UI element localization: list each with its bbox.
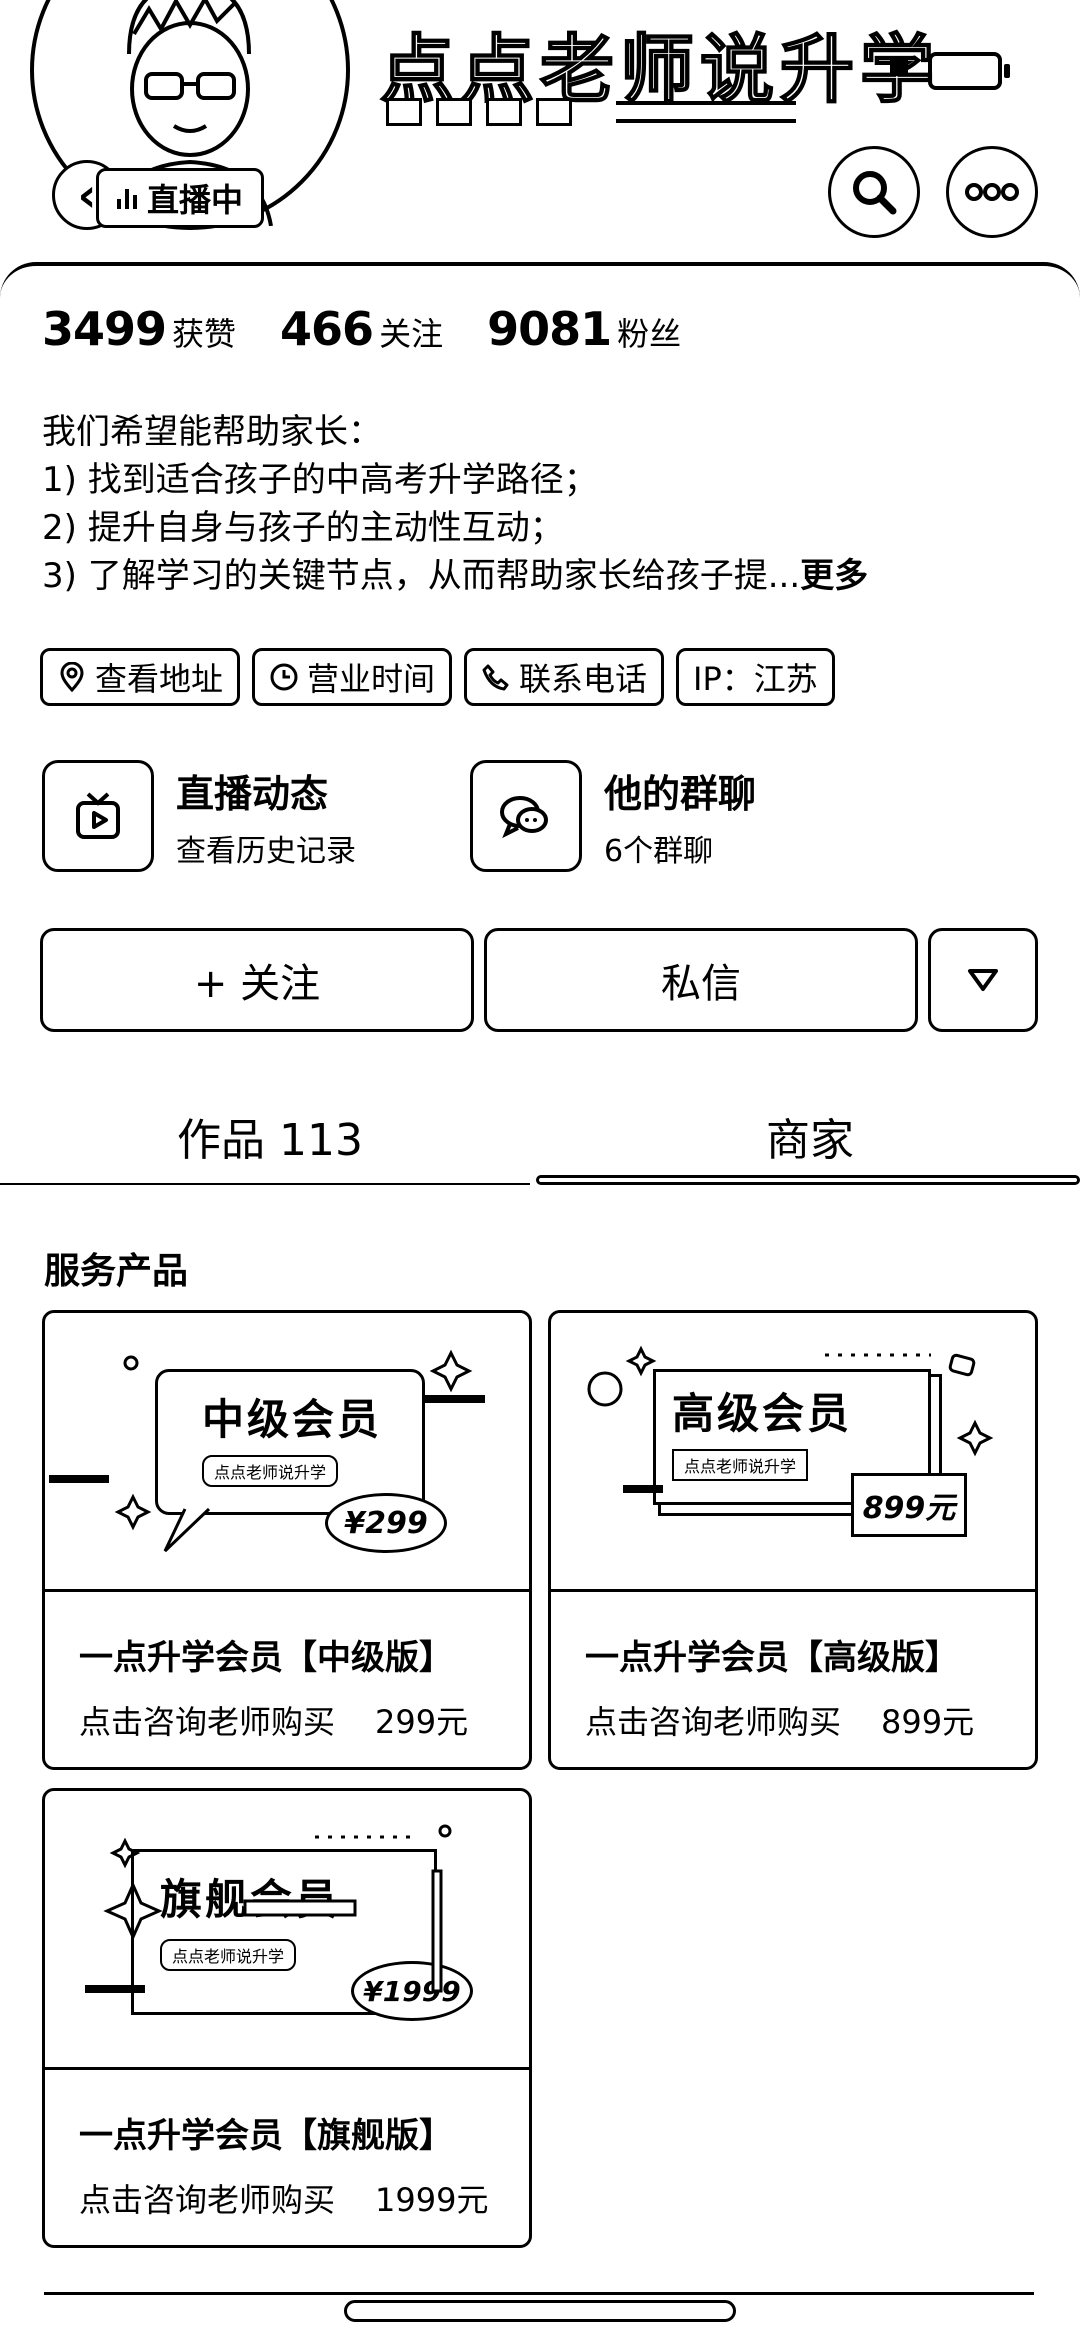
stat-label: 获赞 bbox=[172, 315, 237, 353]
sparkle-decoration bbox=[587, 1345, 994, 1493]
home-indicator[interactable] bbox=[344, 2300, 736, 2322]
product-cta: 点击咨询老师购买 bbox=[79, 2181, 336, 2219]
chat-bubbles-icon bbox=[470, 760, 582, 872]
tab-divider bbox=[0, 1183, 530, 1185]
stat-value: 466 bbox=[280, 302, 374, 356]
product-name: 一点升学会员【中级版】 bbox=[79, 1638, 453, 1678]
product-price: 299元 bbox=[375, 1703, 469, 1741]
product-price: 899元 bbox=[881, 1703, 975, 1741]
product-image: 中级会员 点点老师说升学 ¥299 bbox=[45, 1313, 529, 1592]
stat-value: 9081 bbox=[487, 302, 612, 356]
feature-title: 直播动态 bbox=[176, 771, 329, 816]
message-button[interactable]: 私信 bbox=[484, 928, 918, 1032]
feature-subtitle: 查看历史记录 bbox=[176, 833, 356, 869]
stats-row: 3499 获赞 466 关注 9081 粉丝 bbox=[42, 302, 681, 356]
product-image: 高级会员 点点老师说升学 899元 bbox=[551, 1313, 1035, 1592]
stat-label: 关注 bbox=[379, 315, 444, 353]
location-pin-icon bbox=[60, 662, 84, 692]
feature-group-chats[interactable]: 他的群聊 6个群聊 bbox=[470, 760, 756, 872]
tab-works[interactable]: 作品 113 bbox=[0, 1104, 540, 1168]
chip-label: 营业时间 bbox=[307, 660, 436, 698]
stat-likes[interactable]: 3499 获赞 bbox=[42, 302, 236, 356]
sparkle-decoration bbox=[85, 1824, 452, 1993]
banner-subtitle-decoration bbox=[386, 98, 796, 126]
search-icon bbox=[853, 171, 897, 215]
product-cta: 点击咨询老师购买 bbox=[585, 1703, 842, 1741]
bio-line: 1) 找到适合孩子的中高考升学路径； bbox=[42, 460, 598, 500]
product-name: 一点升学会员【旗舰版】 bbox=[79, 2116, 453, 2156]
bio-line: 我们希望能帮助家长： bbox=[42, 412, 382, 452]
product-card[interactable]: 高级会员 点点老师说升学 899元 一点升学会员【高级版】 点击咨询老师购买 89… bbox=[548, 1310, 1038, 1770]
profile-header: 点点老师说升学 ‹ 直播中 bbox=[0, 0, 1080, 290]
product-card[interactable]: 旗舰会员 点点老师说升学 ¥1999 一点升学会员【旗舰版】 点击咨询老师购买 1… bbox=[42, 1788, 532, 2248]
tab-merchant[interactable]: 商家 bbox=[540, 1104, 1080, 1168]
chip-hours[interactable]: 营业时间 bbox=[252, 648, 453, 706]
follow-button[interactable]: + 关注 bbox=[40, 928, 474, 1032]
bio-more-link[interactable]: 更多 bbox=[800, 556, 868, 596]
chip-label: IP：江苏 bbox=[693, 660, 818, 698]
chip-phone[interactable]: 联系电话 bbox=[464, 648, 665, 706]
bottom-divider bbox=[44, 2292, 1034, 2295]
more-dots-icon bbox=[965, 183, 1019, 201]
sparkle-decoration bbox=[49, 1349, 485, 1553]
battery-icon bbox=[928, 52, 1010, 90]
feature-title: 他的群聊 bbox=[604, 771, 757, 816]
clock-icon bbox=[270, 663, 298, 691]
triangle-down-icon bbox=[968, 969, 998, 991]
stat-label: 粉丝 bbox=[617, 315, 682, 353]
chevron-left-icon: ‹ bbox=[77, 168, 97, 222]
stat-followers[interactable]: 9081 粉丝 bbox=[487, 302, 681, 356]
decorative-square bbox=[890, 58, 908, 76]
product-image: 旗舰会员 点点老师说升学 ¥1999 bbox=[45, 1791, 529, 2070]
product-card[interactable]: 中级会员 点点老师说升学 ¥299 一点升学会员【中级版】 点击咨询老师购买 29… bbox=[42, 1310, 532, 1770]
more-button[interactable] bbox=[946, 146, 1038, 238]
live-badge[interactable]: 直播中 bbox=[96, 168, 265, 228]
phone-icon bbox=[482, 664, 509, 691]
bio-line: 2) 提升自身与孩子的主动性互动； bbox=[42, 508, 564, 548]
tv-play-icon bbox=[42, 760, 154, 872]
bio-text: 我们希望能帮助家长： 1) 找到适合孩子的中高考升学路径； 2) 提升自身与孩子… bbox=[42, 408, 1042, 600]
live-bars-icon bbox=[117, 187, 137, 209]
product-price: 1999元 bbox=[375, 2181, 489, 2219]
section-title: 服务产品 bbox=[44, 1251, 189, 1292]
bio-line-last: 3) 了解学习的关键节点，从而帮助家长给孩子提...更多 bbox=[42, 552, 1042, 600]
chip-label: 联系电话 bbox=[519, 660, 648, 698]
live-label: 直播中 bbox=[147, 181, 244, 219]
chip-ip: IP：江苏 bbox=[676, 648, 835, 706]
tab-active-indicator bbox=[536, 1175, 1080, 1185]
chip-label: 查看地址 bbox=[95, 660, 224, 698]
stat-value: 3499 bbox=[42, 302, 167, 356]
info-chips: 查看地址 营业时间 联系电话 IP：江苏 bbox=[40, 648, 835, 706]
product-name: 一点升学会员【高级版】 bbox=[585, 1638, 959, 1678]
feature-subtitle: 6个群聊 bbox=[604, 833, 714, 869]
search-button[interactable] bbox=[828, 146, 920, 238]
more-actions-dropdown[interactable] bbox=[928, 928, 1038, 1032]
chip-address[interactable]: 查看地址 bbox=[40, 648, 241, 706]
stat-following[interactable]: 466 关注 bbox=[280, 302, 443, 356]
product-cta: 点击咨询老师购买 bbox=[79, 1703, 336, 1741]
feature-live-history[interactable]: 直播动态 查看历史记录 bbox=[42, 760, 356, 872]
bio-line: 3) 了解学习的关键节点，从而帮助家长给孩子提... bbox=[42, 556, 801, 596]
